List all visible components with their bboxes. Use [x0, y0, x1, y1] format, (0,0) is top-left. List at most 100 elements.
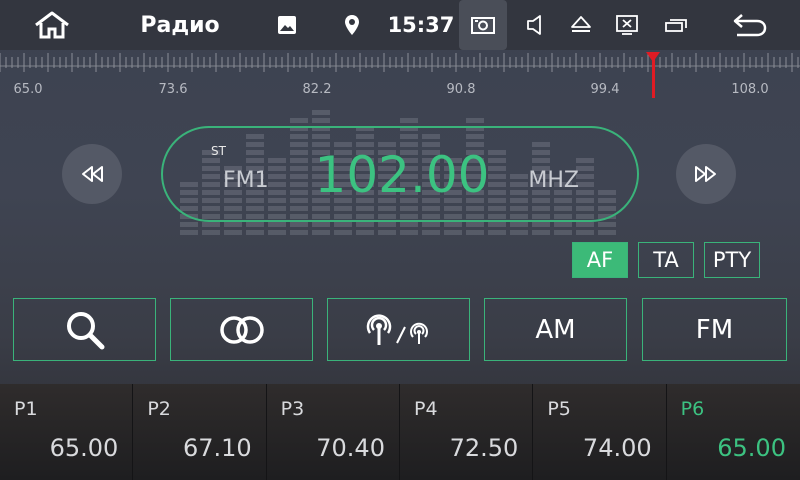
- preset-p2[interactable]: P2 67.10: [133, 384, 267, 480]
- equalizer-segment: [400, 118, 418, 123]
- preset-label: P2: [147, 398, 171, 420]
- preset-p3[interactable]: P3 70.40: [267, 384, 400, 480]
- recents-button[interactable]: [656, 0, 696, 50]
- equalizer-segment: [400, 230, 418, 235]
- volume-button[interactable]: [518, 0, 552, 50]
- equalizer-segment: [334, 230, 352, 235]
- fast-forward-icon: [695, 166, 716, 182]
- scale-ticks: [0, 53, 800, 72]
- status-bar: Радио 15:37: [0, 0, 800, 50]
- equalizer-segment: [268, 230, 286, 235]
- scan-button[interactable]: [13, 298, 156, 361]
- equalizer-segment: [466, 118, 484, 123]
- equalizer-segment: [444, 230, 462, 235]
- scale-label: 99.4: [590, 82, 620, 97]
- fm-band-button[interactable]: FM: [642, 298, 787, 361]
- scale-label: 82.2: [302, 82, 332, 97]
- preset-bar: P1 65.00 P2 67.10 P3 70.40 P4 72.50 P5 7…: [0, 384, 800, 480]
- preset-label: P1: [14, 398, 38, 420]
- equalizer-segment: [334, 222, 352, 227]
- equalizer-segment: [180, 222, 198, 227]
- equalizer-segment: [598, 222, 616, 227]
- preset-frequency: 72.50: [449, 434, 519, 462]
- eject-icon: [571, 16, 591, 32]
- frequency-unit: MHZ: [528, 168, 579, 193]
- stereo-button[interactable]: [170, 298, 313, 361]
- am-band-button[interactable]: AM: [484, 298, 627, 361]
- af-toggle[interactable]: AF: [572, 242, 628, 278]
- equalizer-segment: [312, 118, 330, 123]
- page-title: Радио: [140, 12, 220, 38]
- display-off-button[interactable]: [610, 0, 644, 50]
- equalizer-segment: [290, 222, 308, 227]
- preset-frequency: 65.00: [717, 434, 786, 462]
- local-dx-icon: [366, 313, 428, 345]
- preset-frequency: 70.40: [316, 434, 385, 462]
- search-icon: [66, 311, 104, 349]
- preset-p1[interactable]: P1 65.00: [0, 384, 134, 480]
- local-distance-button[interactable]: [327, 298, 470, 361]
- equalizer-segment: [444, 222, 462, 227]
- scale-label: 90.8: [446, 82, 476, 97]
- equalizer-segment: [202, 230, 220, 235]
- seek-forward-button[interactable]: [676, 144, 736, 204]
- equalizer-segment: [400, 222, 418, 227]
- equalizer-segment: [532, 222, 550, 227]
- eject-button[interactable]: [564, 0, 598, 50]
- preset-p4[interactable]: P4 72.50: [400, 384, 534, 480]
- home-icon: [35, 11, 69, 39]
- equalizer-segment: [510, 230, 528, 235]
- pty-toggle[interactable]: PTY: [704, 242, 760, 278]
- clock: 15:37: [387, 13, 455, 37]
- equalizer-segment: [554, 222, 572, 227]
- screenshot-icon: [471, 17, 495, 34]
- equalizer-segment: [488, 230, 506, 235]
- equalizer-segment: [224, 222, 242, 227]
- gallery-icon: [272, 0, 302, 50]
- frequency-display: ST FM1 102.00 MHZ: [161, 126, 639, 222]
- ta-toggle[interactable]: TA: [638, 242, 694, 278]
- equalizer-segment: [576, 222, 594, 227]
- equalizer-segment: [510, 222, 528, 227]
- equalizer-segment: [312, 110, 330, 115]
- scale-label: 65.0: [13, 82, 43, 97]
- back-icon: [733, 14, 767, 37]
- home-button[interactable]: [28, 0, 76, 50]
- display-off-icon: [616, 15, 638, 35]
- equalizer-segment: [598, 230, 616, 235]
- stereo-icon: [219, 315, 264, 344]
- equalizer-segment: [466, 230, 484, 235]
- preset-label: P5: [547, 398, 571, 420]
- equalizer-segment: [312, 222, 330, 227]
- equalizer-segment: [180, 230, 198, 235]
- equalizer-segment: [576, 230, 594, 235]
- equalizer-segment: [246, 230, 264, 235]
- recents-icon: [665, 19, 687, 32]
- equalizer-segment: [268, 222, 286, 227]
- equalizer-segment: [356, 222, 374, 227]
- equalizer-segment: [202, 222, 220, 227]
- scale-label: 73.6: [158, 82, 188, 97]
- equalizer-segment: [356, 230, 374, 235]
- equalizer-segment: [488, 222, 506, 227]
- preset-label: P6: [680, 398, 705, 420]
- screenshot-button[interactable]: [459, 0, 507, 50]
- equalizer-segment: [378, 222, 396, 227]
- preset-p6[interactable]: P6 65.00: [667, 384, 800, 480]
- seek-back-button[interactable]: [62, 144, 122, 204]
- location-icon: [338, 0, 366, 50]
- preset-label: P4: [413, 398, 438, 420]
- preset-frequency: 74.00: [582, 434, 652, 462]
- equalizer-segment: [290, 118, 308, 123]
- frequency-needle-head: [646, 52, 660, 62]
- scale-label: 108.0: [731, 82, 769, 97]
- equalizer-segment: [224, 230, 242, 235]
- equalizer-segment: [532, 230, 550, 235]
- equalizer-segment: [554, 230, 572, 235]
- equalizer-segment: [246, 222, 264, 227]
- tuner-scale[interactable]: 65.0 73.6 82.2 90.8 99.4 108.0: [0, 50, 800, 100]
- back-button[interactable]: [722, 0, 778, 50]
- equalizer-segment: [422, 230, 440, 235]
- preset-p5[interactable]: P5 74.00: [533, 384, 667, 480]
- preset-label: P3: [280, 398, 305, 420]
